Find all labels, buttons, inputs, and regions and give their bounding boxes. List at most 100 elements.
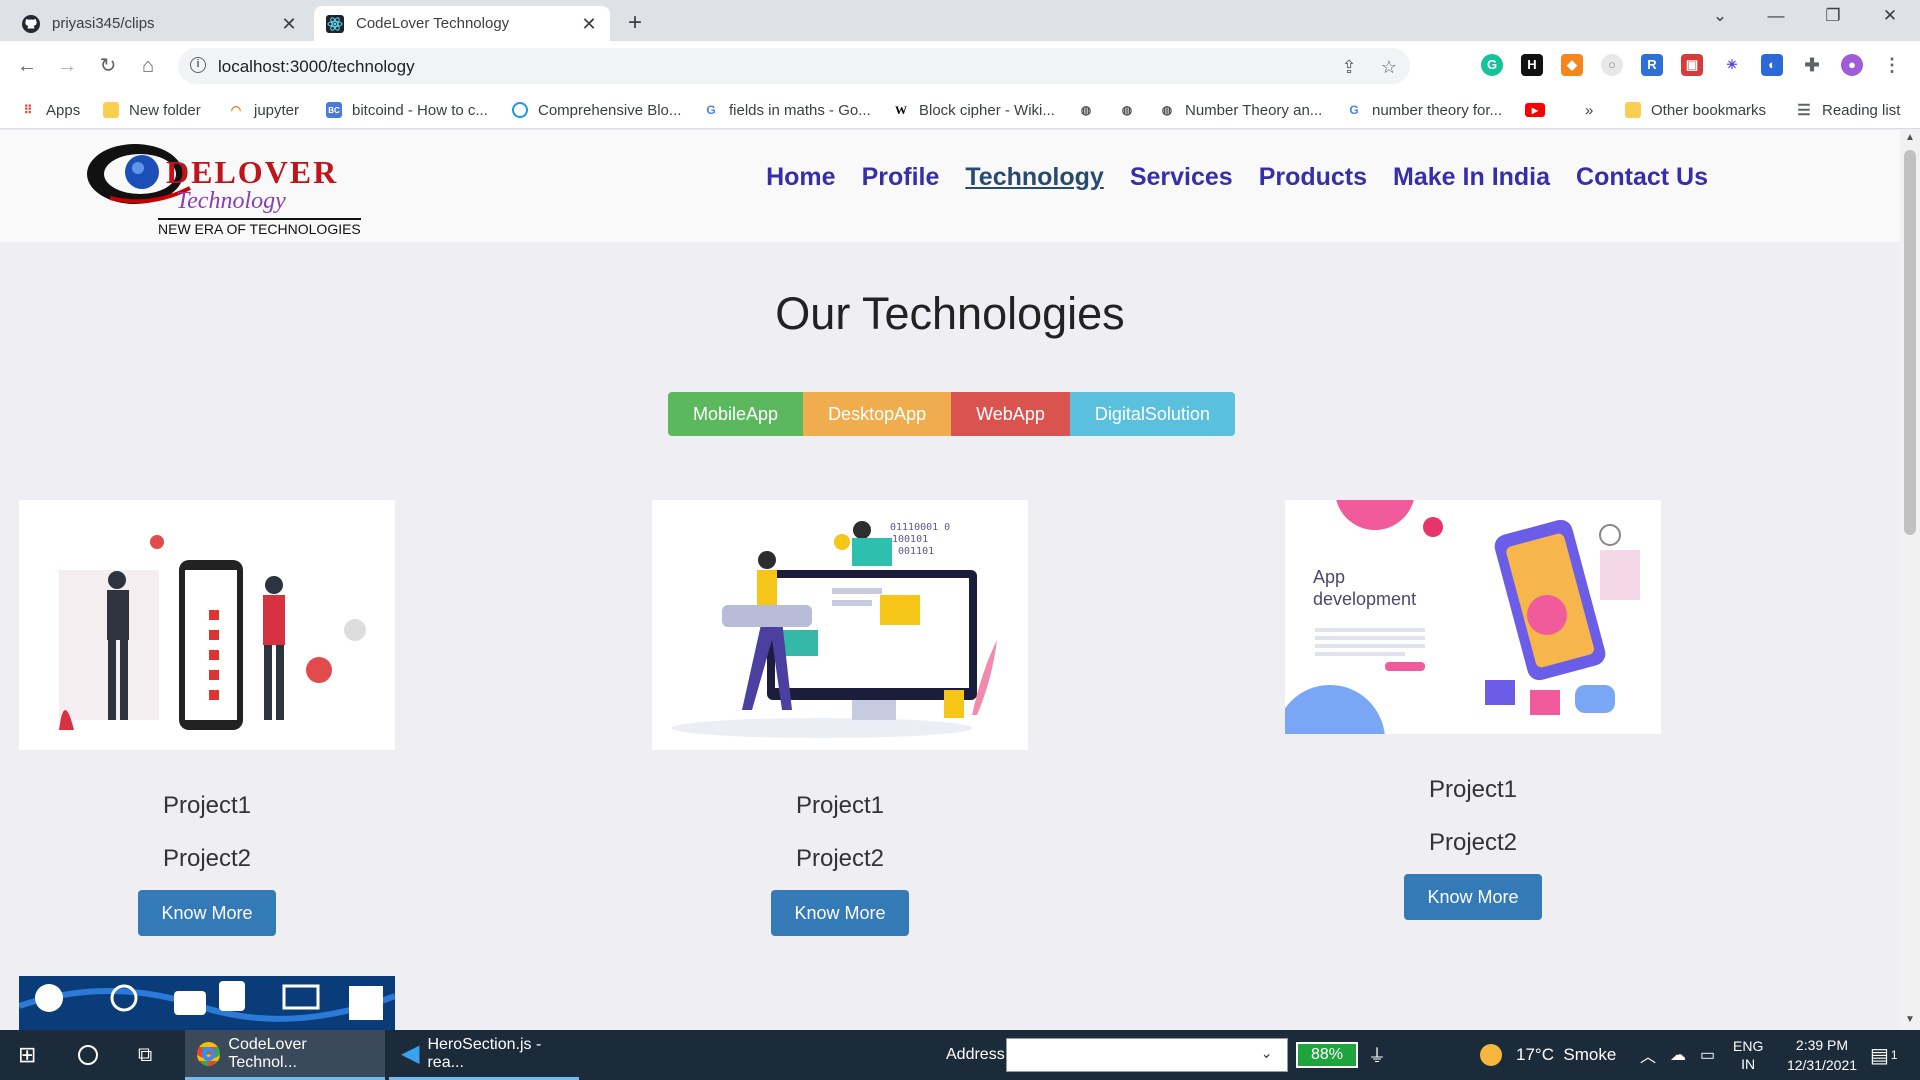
extension-blue-icon[interactable]: ◐ [1761,54,1783,76]
technology-card: 01110001 0 100101 001101 Project1 Projec… [652,500,1028,936]
bookmark-comprehensive[interactable]: Comprehensive Blo... [512,99,681,121]
bookmark-label: Apps [46,101,81,119]
tab-github[interactable]: priyasi345/clips ✕ [10,6,310,41]
react-icon [326,14,344,33]
filter-webapp-button[interactable]: WebApp [951,392,1070,436]
bookmark-label: Block cipher - Wiki... [919,101,1055,119]
technology-card: App development Project1 Project2 Know M… [1285,500,1661,920]
site-logo[interactable]: DELOVER Technology NEW ERA OF TECHNOLOGI… [80,136,370,237]
extension-icon[interactable]: ○ [1601,54,1623,76]
tab-search-icon[interactable]: ⌄ [1700,6,1740,26]
nav-home[interactable]: Home [766,163,835,192]
nav-make-in-india[interactable]: Make In India [1393,163,1550,192]
forward-icon[interactable]: → [52,51,82,81]
refresh-icon[interactable]: ↻ [1260,1030,1275,1080]
back-icon[interactable]: ← [12,51,42,81]
logo-sub: Technology [176,188,286,214]
bookmark-number-theory[interactable]: ◍ Number Theory an... [1159,99,1323,121]
new-tab-button[interactable]: + [620,9,650,37]
tab-codelover[interactable]: CodeLover Technology ✕ [314,6,610,41]
know-more-button[interactable]: Know More [138,890,276,936]
bookmark-other[interactable]: Other bookmarks [1625,99,1766,121]
info-icon[interactable]: i [190,57,206,73]
logo-brand: DELOVER [166,154,339,190]
avatar[interactable]: ● [1841,54,1863,76]
battery-icon[interactable]: ▭ [1700,1030,1715,1080]
page-scrollbar[interactable]: ▲ ▼ [1900,130,1920,1030]
minimize-button[interactable]: — [1756,6,1796,26]
windows-start-icon[interactable]: ⊞ [18,1030,36,1080]
hackerrank-icon[interactable]: H [1521,54,1543,76]
weather-icon [1480,1044,1502,1066]
url-bar[interactable]: i localhost:3000/technology ☆ ⇪ [178,48,1410,84]
technology-filter-group: MobileApp DesktopApp WebApp DigitalSolut… [668,392,1235,436]
close-window-button[interactable]: ✕ [1870,6,1910,26]
bookmark-label: Other bookmarks [1651,101,1767,119]
nav-products[interactable]: Products [1259,163,1367,192]
home-icon[interactable]: ⌂ [133,51,163,81]
url-text[interactable]: localhost:3000/technology [218,57,415,77]
windows-taskbar: ⊞ ⧉ CodeLover Technol... ◀ HeroSection.j… [0,1030,1920,1080]
clock[interactable]: 2:39 PM 12/31/2021 [1775,1030,1869,1080]
apps-grid-icon: ⠿ [23,103,33,117]
plug-icon: ⏚ [1368,1046,1386,1066]
bookmark-reading-list[interactable]: ☰ Reading list [1796,99,1900,121]
bookmark-jupyter[interactable]: ◠ jupyter [228,99,299,121]
network-icon[interactable]: ☁ [1670,1030,1686,1080]
scroll-up-icon[interactable]: ▲ [1900,132,1920,143]
bookmarks-overflow-button[interactable]: » [1585,99,1593,121]
chevron-up-icon[interactable]: ︿ [1640,1030,1656,1080]
task-view-icon[interactable]: ⧉ [138,1030,152,1080]
notification-icon[interactable]: ▤ 1 [1870,1030,1898,1080]
scroll-down-icon[interactable]: ▼ [1900,1014,1920,1025]
nav-services[interactable]: Services [1130,163,1233,192]
know-more-button[interactable]: Know More [1404,874,1542,920]
nav-profile[interactable]: Profile [862,163,940,192]
bookmark-label: number theory for... [1372,101,1503,119]
r-extension-icon[interactable]: R [1641,54,1663,76]
bookmark-block-cipher[interactable]: W Block cipher - Wiki... [893,99,1055,121]
site-header: DELOVER Technology NEW ERA OF TECHNOLOGI… [0,130,1900,242]
filter-desktopapp-button[interactable]: DesktopApp [803,392,952,436]
filter-digitalsolution-button[interactable]: DigitalSolution [1069,392,1235,436]
language-indicator[interactable]: ENG IN [1733,1030,1763,1080]
grammarly-icon[interactable]: G [1481,54,1503,76]
info-icon [35,984,63,1012]
bookmark-youtube[interactable]: ▶ [1525,99,1555,121]
puzzle-icon[interactable]: ✚ [1801,54,1823,76]
bookmark-fields[interactable]: Gfields in maths - Go... [703,99,870,121]
bookmark-number-theory-for[interactable]: Gnumber theory for... [1346,99,1502,121]
globe-icon: ◍ [1121,103,1133,117]
bookmark-globe-2[interactable]: ◍ [1119,99,1145,121]
bookmark-label: Number Theory an... [1185,101,1323,119]
bookmark-bitcoind[interactable]: BC bitcoind - How to c... [326,99,488,121]
taskbar-app-chrome[interactable]: CodeLover Technol... [185,1030,385,1080]
close-icon[interactable]: ✕ [580,15,598,33]
bookmark-star-icon[interactable]: ☆ [1378,57,1400,78]
scrollbar-thumb[interactable] [1904,150,1916,535]
bookmark-apps[interactable]: ⠿ Apps [20,99,81,121]
close-icon[interactable]: ✕ [280,15,298,33]
cortana-icon[interactable] [78,1030,98,1080]
extension-red-icon[interactable]: ▣ [1681,54,1703,76]
restore-button[interactable]: ❐ [1813,6,1853,26]
bookmark-globe-1[interactable]: ◍ [1078,99,1104,121]
weather-widget[interactable]: 17°C Smoke [1480,1030,1616,1080]
taskbar-app-vscode[interactable]: ◀ HeroSection.js - rea... [389,1030,579,1080]
nav-contact-us[interactable]: Contact Us [1576,163,1708,192]
bookmarks-bar: ⠿ Apps New folder ◠ jupyter BC bitcoind - H… [0,91,1920,129]
logo-tagline: NEW ERA OF TECHNOLOGIES [158,218,361,237]
windows-icon [349,986,383,1020]
share-icon[interactable]: ⇪ [1338,57,1360,78]
taskbar-address-input[interactable]: ⌄ [1006,1038,1288,1072]
youtube-icon [219,981,245,1011]
battery-indicator: 88% [1296,1042,1358,1068]
filter-mobileapp-button[interactable]: MobileApp [668,392,804,436]
know-more-button[interactable]: Know More [771,890,909,936]
bookmark-new-folder[interactable]: New folder [103,99,201,121]
reload-icon[interactable]: ↻ [93,51,123,81]
nav-technology[interactable]: Technology [965,163,1103,192]
metamask-icon[interactable]: ◆ [1561,54,1583,76]
extension-star-icon[interactable]: ✳ [1721,54,1743,76]
menu-dots-icon[interactable]: ⋮ [1881,54,1903,76]
